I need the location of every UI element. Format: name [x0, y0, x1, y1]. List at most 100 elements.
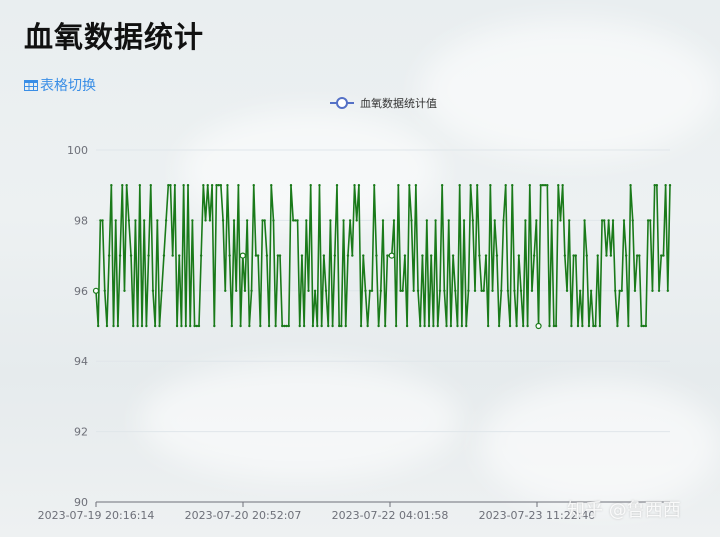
y-tick-label: 98 — [74, 214, 88, 227]
data-point — [355, 219, 358, 222]
data-point — [583, 219, 586, 222]
data-point — [578, 289, 582, 292]
data-point — [274, 324, 277, 328]
data-point — [603, 219, 606, 222]
data-point — [447, 219, 450, 222]
data-point — [515, 324, 518, 328]
data-point — [660, 254, 663, 257]
data-point — [445, 324, 448, 328]
data-point — [392, 219, 396, 222]
data-point — [202, 184, 205, 187]
data-point — [401, 289, 404, 292]
data-point — [335, 184, 339, 187]
data-point — [440, 184, 444, 187]
data-point — [664, 184, 667, 187]
data-point — [224, 289, 227, 292]
data-point — [397, 184, 400, 187]
data-point — [204, 219, 207, 222]
data-point — [162, 254, 166, 257]
data-point — [121, 184, 124, 187]
data-point — [313, 289, 317, 292]
data-point — [147, 254, 150, 257]
data-point — [265, 254, 269, 257]
data-point — [471, 219, 475, 222]
data-point — [327, 324, 330, 328]
data-point — [156, 219, 159, 222]
data-point — [261, 219, 264, 222]
data-point — [421, 254, 424, 257]
data-point — [186, 184, 190, 187]
data-point — [403, 254, 407, 257]
line-chart: 90 92 94 96 98 100 2023-07-19 20:16:14 2023-07-… — [38, 144, 672, 522]
data-point — [164, 219, 168, 222]
data-point — [283, 324, 286, 328]
data-point — [627, 324, 630, 328]
data-point — [364, 289, 367, 292]
data-point — [178, 254, 181, 257]
data-point — [633, 289, 637, 292]
data-point — [285, 324, 288, 328]
data-point — [228, 254, 231, 257]
data-point — [552, 324, 556, 328]
data-point — [237, 184, 240, 187]
data-point — [235, 289, 238, 292]
data-point — [410, 219, 413, 222]
data-point — [96, 324, 100, 328]
data-point — [642, 324, 645, 328]
data-point — [173, 184, 177, 187]
data-point — [101, 219, 104, 222]
data-point — [568, 219, 571, 222]
data-point — [213, 324, 216, 328]
data-point — [160, 289, 163, 292]
data-point — [508, 324, 512, 328]
data-point — [208, 219, 212, 222]
data-point — [250, 289, 253, 292]
data-point — [570, 324, 573, 328]
data-point — [123, 289, 126, 292]
data-point — [460, 324, 464, 328]
data-point — [167, 184, 170, 187]
data-point — [609, 254, 613, 257]
data-point — [263, 219, 266, 222]
data-point — [206, 184, 209, 187]
data-point — [252, 184, 255, 187]
data-point — [322, 254, 326, 257]
data-point — [462, 219, 466, 222]
data-point — [649, 219, 652, 222]
data-point — [318, 184, 321, 187]
data-point — [517, 254, 521, 257]
data-point — [342, 219, 345, 222]
data-point — [522, 324, 525, 328]
data-point — [256, 254, 260, 257]
data-point — [467, 289, 470, 292]
data-point — [375, 254, 378, 257]
data-point — [127, 219, 131, 222]
data-point — [210, 184, 214, 187]
data-point — [408, 184, 411, 187]
data-point — [412, 289, 415, 292]
data-point — [541, 184, 545, 187]
data-point — [594, 324, 597, 328]
data-point — [651, 289, 654, 292]
data-point — [607, 219, 610, 222]
data-point — [232, 219, 236, 222]
data-point — [592, 324, 595, 328]
data-point — [495, 254, 499, 257]
data-point — [504, 184, 507, 187]
data-point — [370, 289, 374, 292]
data-point — [616, 324, 619, 328]
data-point — [142, 219, 146, 222]
data-point — [511, 184, 514, 187]
data-point — [449, 324, 453, 328]
data-point — [605, 254, 608, 257]
data-point — [136, 324, 139, 328]
data-point — [620, 289, 624, 292]
data-point — [267, 324, 271, 328]
y-tick-label: 94 — [74, 355, 88, 368]
data-point — [416, 289, 420, 292]
data-point — [565, 289, 569, 292]
data-point — [519, 289, 523, 292]
data-point — [465, 324, 468, 328]
data-point — [193, 324, 196, 328]
data-point — [294, 219, 297, 222]
